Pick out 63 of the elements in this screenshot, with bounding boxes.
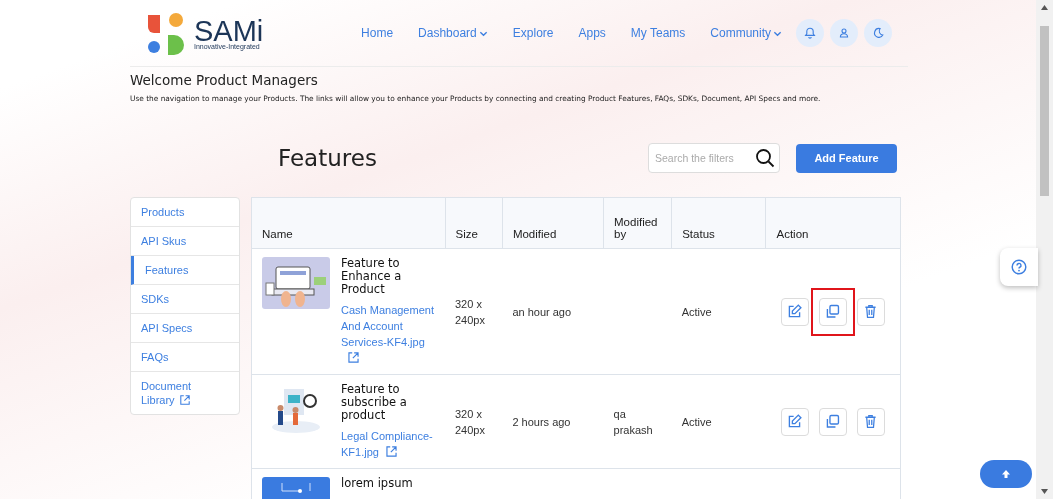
- nav-link[interactable]: Explore: [512, 26, 554, 40]
- edit-icon: [786, 413, 804, 430]
- search-icon: [755, 148, 775, 168]
- scrollbar-thumb[interactable]: [1040, 26, 1049, 196]
- table-cell: 320 x 240px: [455, 407, 485, 436]
- edit-icon: [786, 303, 804, 320]
- nav-link[interactable]: Dashboard: [418, 26, 488, 40]
- external-link-icon: [347, 351, 360, 364]
- file-link[interactable]: Cash Management And Account Services-KF4.jpg: [341, 302, 435, 366]
- column-header: Name: [252, 198, 445, 249]
- logo-icon: [146, 11, 186, 55]
- sidebar-item[interactable]: API Skus: [131, 227, 239, 256]
- table-cell: Active: [681, 415, 712, 428]
- sidebar-item[interactable]: Features: [131, 256, 239, 285]
- nav-link[interactable]: Apps: [578, 26, 606, 40]
- copy-button[interactable]: [818, 407, 847, 436]
- column-header: Action: [765, 198, 900, 249]
- file-link[interactable]: Legal Compliance-KF1.jpg: [341, 428, 435, 460]
- column-header: Status: [671, 198, 766, 249]
- sidebar-item[interactable]: Products: [131, 198, 239, 227]
- column-header: Modified by: [603, 198, 672, 249]
- page-title: Features: [278, 145, 377, 171]
- column-header: Modified: [502, 198, 604, 249]
- arrow-up-icon: [1001, 469, 1011, 479]
- scroll-up-icon[interactable]: [1041, 5, 1048, 10]
- table-cell: an hour ago: [512, 305, 572, 318]
- bell-button[interactable]: [796, 19, 824, 47]
- add-feature-button[interactable]: Add Feature: [796, 143, 897, 173]
- bell-icon: [802, 25, 818, 41]
- column-header: Size: [445, 198, 503, 249]
- sidebar-item[interactable]: API Specs: [131, 314, 239, 343]
- table-cell: 2 hours ago: [512, 415, 571, 428]
- table-cell: Active: [681, 305, 712, 318]
- external-link-icon: [178, 394, 191, 406]
- feature-name: Feature to Enhance a Product: [341, 257, 403, 296]
- user-button[interactable]: [830, 19, 858, 47]
- welcome-title: Welcome Product Managers: [130, 72, 319, 88]
- feature-name: lorem ipsum: [341, 477, 414, 490]
- help-icon: [1011, 259, 1027, 275]
- table-cell: qa prakash: [613, 407, 653, 436]
- copy-button[interactable]: [818, 297, 847, 326]
- nav-link[interactable]: Community: [710, 26, 782, 40]
- scrollbar[interactable]: [1036, 0, 1053, 499]
- copy-icon: [824, 413, 842, 430]
- sidebar-item[interactable]: Document Library: [131, 372, 239, 414]
- moon-button[interactable]: [864, 19, 892, 47]
- scroll-down-icon[interactable]: [1041, 489, 1048, 494]
- help-button[interactable]: [1000, 248, 1038, 286]
- sidebar-item[interactable]: SDKs: [131, 285, 239, 314]
- trash-button[interactable]: [856, 297, 885, 326]
- external-link-icon: [384, 445, 398, 458]
- nav-link[interactable]: My Teams: [630, 26, 686, 40]
- sidebar-item[interactable]: FAQs: [131, 343, 239, 372]
- search-field[interactable]: Search the filters: [648, 143, 780, 173]
- copy-icon: [824, 303, 842, 320]
- feature-name: Feature to subscribe a product: [341, 383, 408, 422]
- nav-link[interactable]: Home: [361, 26, 394, 40]
- logo-text: SAMi: [194, 16, 264, 45]
- edit-button[interactable]: [780, 297, 809, 326]
- edit-button[interactable]: [780, 407, 809, 436]
- table-cell: 320 x 240px: [455, 297, 485, 326]
- trash-button[interactable]: [856, 407, 885, 436]
- scroll-top-button[interactable]: [980, 460, 1032, 488]
